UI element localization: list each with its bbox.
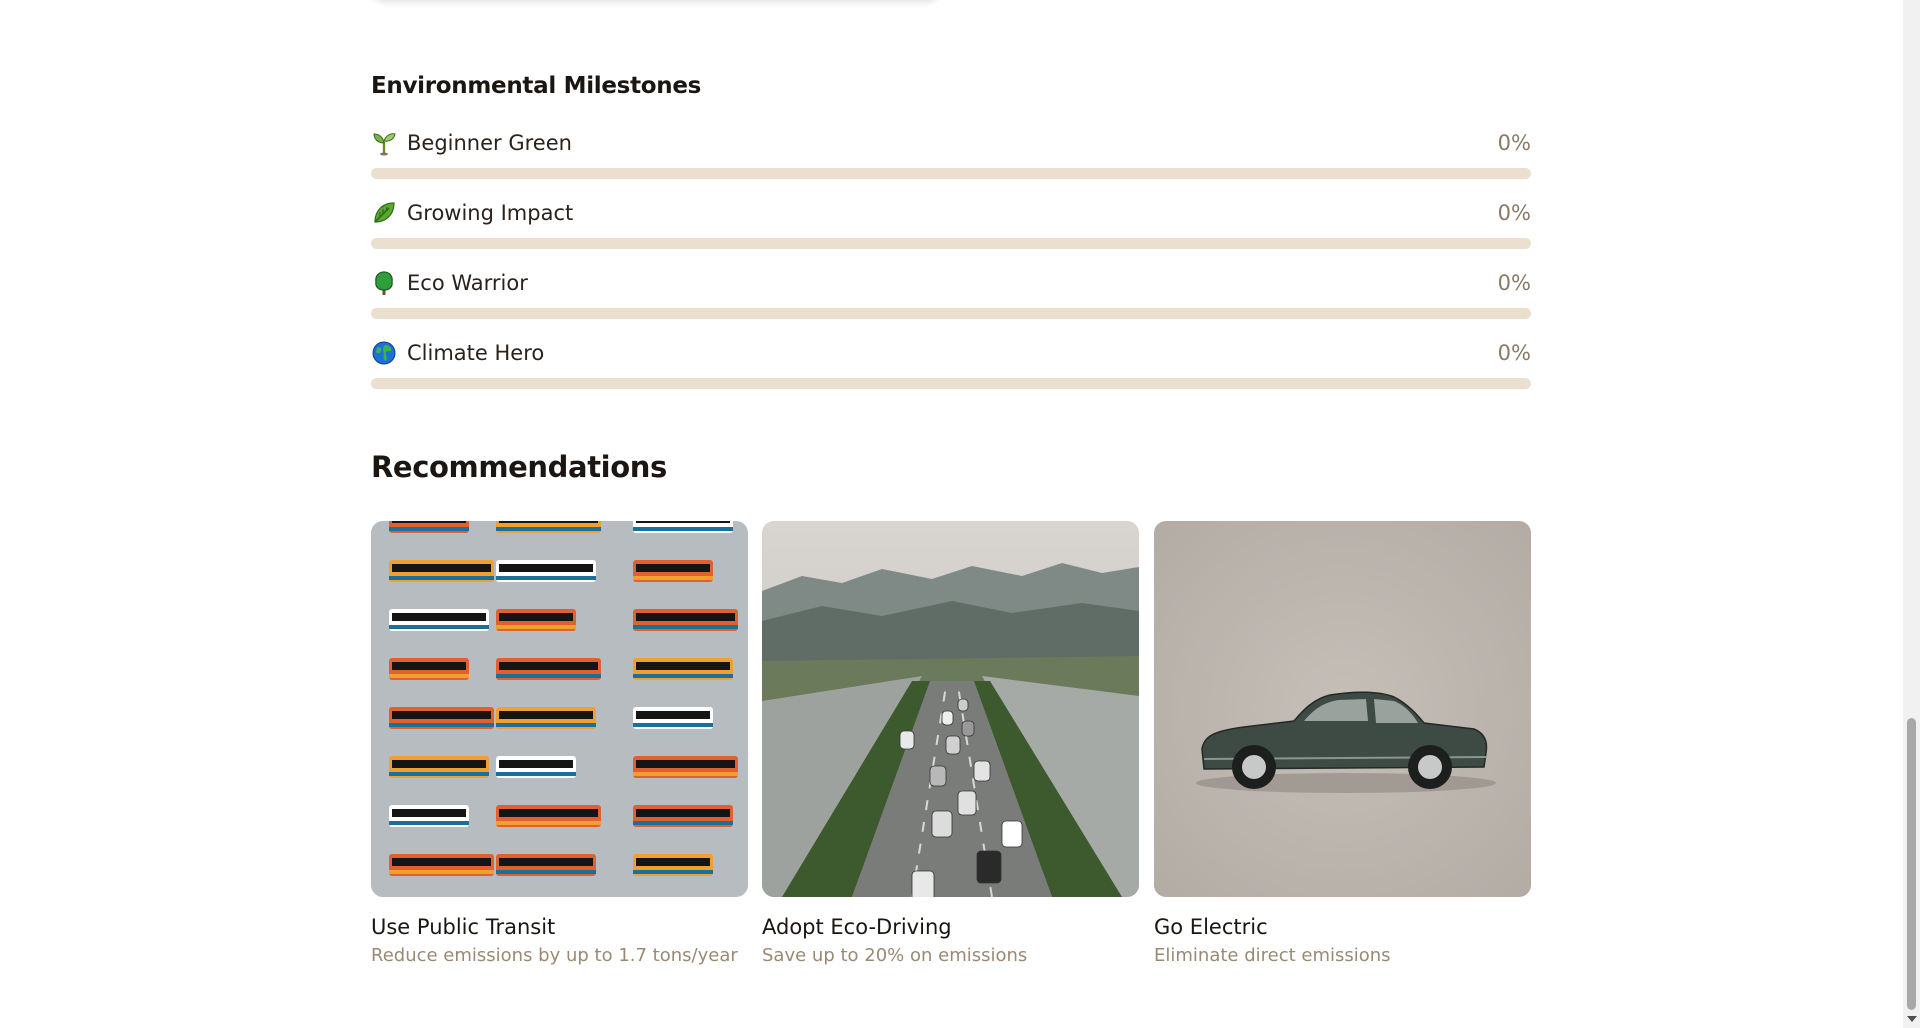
bus-window xyxy=(499,711,593,719)
milestone-progress-track xyxy=(371,378,1531,389)
public-transit-image xyxy=(371,521,748,897)
bus-stripe xyxy=(633,772,738,776)
tree-icon xyxy=(371,270,397,296)
bus-window xyxy=(499,809,598,817)
car-shape xyxy=(957,790,977,816)
bus-stripe xyxy=(496,527,601,531)
seedling-icon xyxy=(371,130,397,156)
bus-window xyxy=(392,760,486,768)
car-shape xyxy=(945,735,961,755)
recommendation-card-eco-driving[interactable]: Adopt Eco-Driving Save up to 20% on emis… xyxy=(762,521,1139,966)
recommendations-title: Recommendations xyxy=(371,450,667,484)
bus-window xyxy=(636,858,710,866)
bus-window xyxy=(636,521,730,523)
milestone-percent: 0% xyxy=(1497,271,1531,295)
recommendation-title: Go Electric xyxy=(1154,915,1268,939)
bus-window xyxy=(499,613,573,621)
bus-stripe xyxy=(389,723,494,727)
bus-window xyxy=(636,613,735,621)
bus-stripe xyxy=(496,772,576,776)
milestone-label: Climate Hero xyxy=(407,341,545,365)
car-shape xyxy=(973,760,991,782)
bus-window xyxy=(392,662,466,670)
milestone-label: Eco Warrior xyxy=(407,271,528,295)
milestone-label: Growing Impact xyxy=(407,201,574,225)
bus-window xyxy=(499,564,593,572)
scrollbar-thumb[interactable] xyxy=(1907,718,1916,1010)
bus-stripe xyxy=(389,576,494,580)
milestone-percent: 0% xyxy=(1497,131,1531,155)
milestones-title: Environmental Milestones xyxy=(371,73,702,99)
car-shape xyxy=(929,765,947,787)
milestone-progress-track xyxy=(371,238,1531,249)
bus-window xyxy=(636,711,710,719)
milestone-beginner-green: Beginner Green 0% xyxy=(371,128,1531,179)
bus-window xyxy=(392,564,491,572)
car-shape xyxy=(911,870,935,897)
bus-stripe xyxy=(389,674,469,678)
car-shape xyxy=(961,720,975,737)
bus-stripe xyxy=(633,870,713,874)
milestone-progress-track xyxy=(371,308,1531,319)
recommendation-subtitle: Save up to 20% on emissions xyxy=(762,945,1028,966)
bus-window xyxy=(499,521,598,523)
bus-window xyxy=(636,760,735,768)
bus-stripe xyxy=(633,821,733,825)
recommendations-grid: Use Public Transit Reduce emissions by u… xyxy=(371,521,1531,981)
bus-stripe xyxy=(633,576,713,580)
bus-stripe xyxy=(496,674,601,678)
car-shape xyxy=(976,850,1002,884)
bus-stripe xyxy=(496,576,596,580)
milestone-eco-warrior: Eco Warrior 0% xyxy=(371,268,1531,319)
car-shape xyxy=(941,710,954,726)
bus-window xyxy=(499,760,573,768)
car-shape xyxy=(957,698,969,712)
milestone-progress-track xyxy=(371,168,1531,179)
bus-stripe xyxy=(389,772,489,776)
bus-stripe xyxy=(496,625,576,629)
recommendation-card-go-electric[interactable]: Go Electric Eliminate direct emissions xyxy=(1154,521,1531,966)
bus-stripe xyxy=(633,625,738,629)
car-shape xyxy=(1001,820,1023,848)
bus-stripe xyxy=(389,870,494,874)
bus-window xyxy=(392,809,466,817)
bus-window xyxy=(392,613,486,621)
bus-stripe xyxy=(496,821,601,825)
highway-traffic-image xyxy=(762,521,1139,897)
bus-window xyxy=(636,662,730,670)
milestone-percent: 0% xyxy=(1497,341,1531,365)
globe-icon xyxy=(371,340,397,366)
milestone-climate-hero: Climate Hero 0% xyxy=(371,338,1531,389)
recommendation-subtitle: Reduce emissions by up to 1.7 tons/year xyxy=(371,945,738,966)
bus-window xyxy=(636,564,710,572)
scroll-down-arrow-icon[interactable] xyxy=(1907,1016,1917,1022)
leaf-icon xyxy=(371,200,397,226)
bus-window xyxy=(499,662,598,670)
bus-stripe xyxy=(633,527,733,531)
recommendation-subtitle: Eliminate direct emissions xyxy=(1154,945,1391,966)
bus-window xyxy=(499,858,593,866)
bus-stripe xyxy=(389,527,469,531)
recommendation-card-public-transit[interactable]: Use Public Transit Reduce emissions by u… xyxy=(371,521,748,966)
bus-stripe xyxy=(389,625,489,629)
bus-stripe xyxy=(389,821,469,825)
page-scrollbar[interactable] xyxy=(1903,0,1920,1028)
milestone-label: Beginner Green xyxy=(407,131,572,155)
bus-stripe xyxy=(496,870,596,874)
car-shape xyxy=(931,810,953,838)
page: Environmental Milestones Beginner Green … xyxy=(0,0,1920,1028)
bus-window xyxy=(636,809,730,817)
car-shape xyxy=(899,730,915,750)
bus-stripe xyxy=(496,723,596,727)
bus-window xyxy=(392,711,491,719)
recommendation-title: Adopt Eco-Driving xyxy=(762,915,952,939)
milestone-percent: 0% xyxy=(1497,201,1531,225)
bus-stripe xyxy=(633,674,733,678)
recommendation-title: Use Public Transit xyxy=(371,915,556,939)
bus-stripe xyxy=(633,723,713,727)
milestone-growing-impact: Growing Impact 0% xyxy=(371,198,1531,249)
bus-window xyxy=(392,521,466,523)
electric-car-image xyxy=(1154,521,1531,897)
bus-window xyxy=(392,858,491,866)
